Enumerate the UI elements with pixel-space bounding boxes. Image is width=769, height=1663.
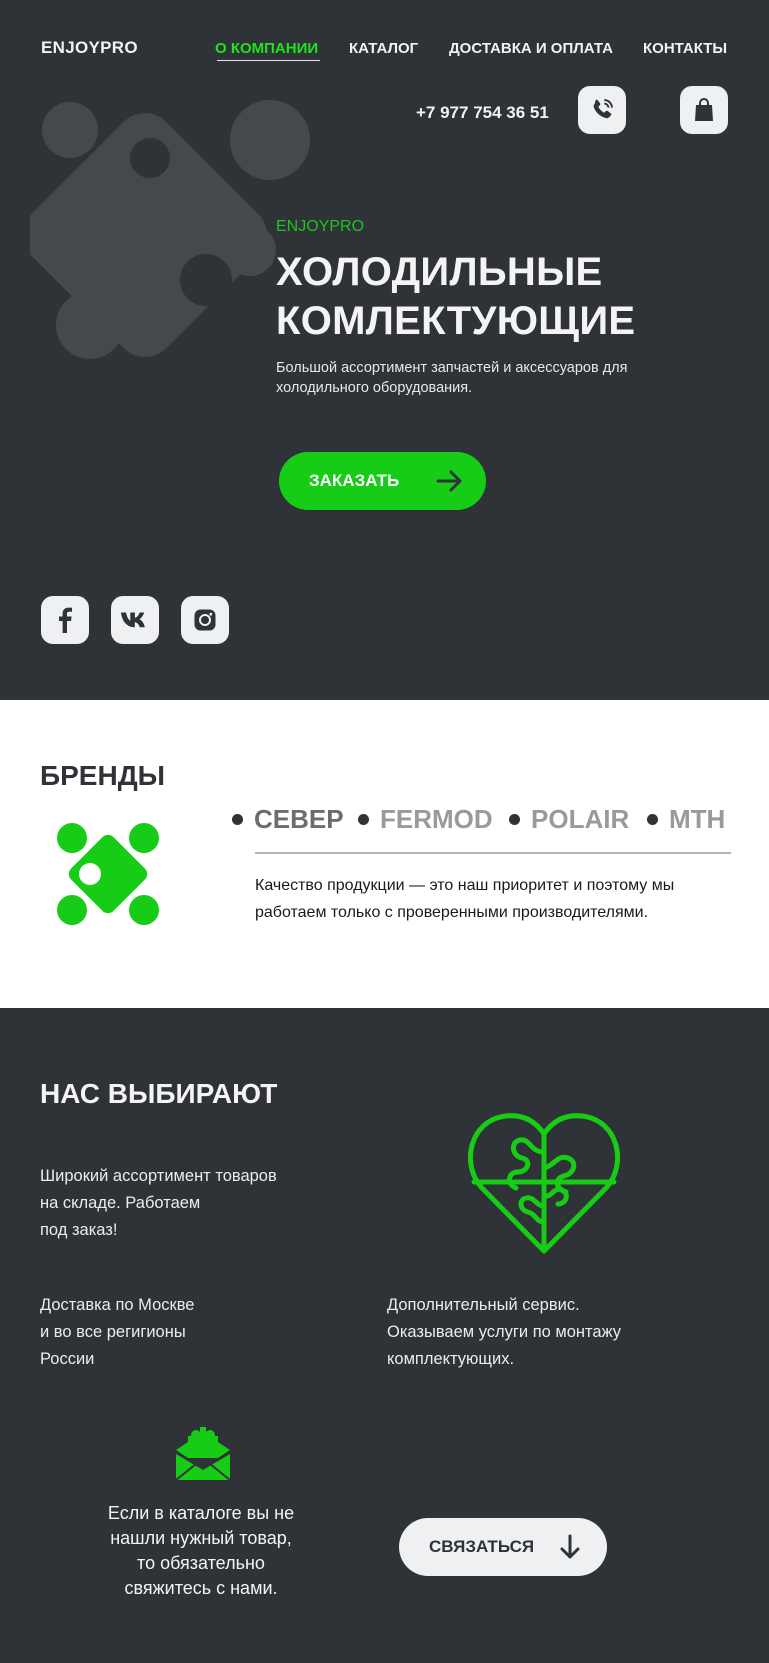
brand-item: POLAIR <box>509 804 629 835</box>
hero-title: ХОЛОДИЛЬНЫЕ КОМЛЕКТУЮЩИЕ <box>276 250 636 343</box>
puzzle-decoration-icon <box>30 100 310 359</box>
arrow-down-icon <box>560 1534 580 1559</box>
site-logo[interactable]: ENJOYPRO <box>41 38 138 58</box>
cart-button[interactable] <box>680 86 728 134</box>
brand-name: FERMOD <box>380 804 493 834</box>
nav-active-underline <box>217 60 320 61</box>
contact-button-label: СВЯЗАТЬСЯ <box>429 1537 535 1556</box>
feature-service: Дополнительный сервис. Оказываем услуги … <box>387 1296 622 1368</box>
bullet-dot <box>509 814 520 825</box>
brand-item: FERMOD <box>358 804 493 835</box>
instagram-icon <box>194 609 216 631</box>
bullet-dot <box>232 814 243 825</box>
brands-description: Качество продукции — это наш приоритет и… <box>255 877 675 921</box>
puzzle-piece-icon <box>57 823 159 925</box>
brand-item: СЕВЕР <box>232 804 344 835</box>
brands-divider <box>255 852 731 854</box>
nav-item-contacts[interactable]: КОНТАКТЫ <box>643 40 727 57</box>
phone-number[interactable]: +7 977 754 36 51 <box>416 103 549 123</box>
feature-assortment: Широкий ассортимент товаров на складе. Р… <box>40 1167 277 1239</box>
facebook-link[interactable] <box>41 596 89 644</box>
instagram-link[interactable] <box>181 596 229 644</box>
nav-item-catalog[interactable]: КАТАЛОГ <box>349 40 418 57</box>
vk-icon <box>121 612 145 628</box>
nav-item-delivery[interactable]: ДОСТАВКА И ОПЛАТА <box>449 40 613 57</box>
brand-name: POLAIR <box>531 804 630 834</box>
brands-section: БРЕНДЫ СЕВЕР FERMOD POLAIR MTH Качество … <box>0 700 769 1008</box>
brand-name: СЕВЕР <box>254 804 344 834</box>
facebook-icon <box>59 607 72 633</box>
order-button[interactable]: ЗАКАЗАТЬ <box>279 452 486 510</box>
puzzle-heart-icon <box>467 1113 621 1254</box>
hero-eyebrow: ENJOYPRO <box>276 218 365 235</box>
nav-item-about[interactable]: О КОМПАНИИ <box>215 40 318 57</box>
contact-prompt: Если в каталоге вы не нашли нужный товар… <box>107 1503 295 1598</box>
brand-item: MTH <box>647 804 725 835</box>
bullet-dot <box>358 814 369 825</box>
brands-title: БРЕНДЫ <box>40 760 166 791</box>
feature-delivery: Доставка по Москве и во все регигионы Ро… <box>40 1296 195 1368</box>
vk-link[interactable] <box>111 596 159 644</box>
call-button[interactable] <box>578 86 626 134</box>
hero-section: ENJOYPRO О КОМПАНИИ КАТАЛОГ ДОСТАВКА И О… <box>0 0 769 700</box>
brand-name: MTH <box>669 804 726 834</box>
why-us-title: НАС ВЫБИРАЮТ <box>40 1078 278 1109</box>
bullet-dot <box>647 814 658 825</box>
hero-subtitle: Большой ассортимент запчастей и аксессуа… <box>276 360 628 396</box>
envelope-puzzle-icon <box>175 1427 231 1481</box>
phone-icon <box>593 99 613 119</box>
why-us-section: НАС ВЫБИРАЮТ Широкий ассортимент товаров… <box>0 1008 769 1663</box>
order-button-label: ЗАКАЗАТЬ <box>309 471 400 490</box>
contact-button[interactable]: СВЯЗАТЬСЯ <box>399 1518 607 1576</box>
shopping-bag-icon <box>695 98 713 121</box>
arrow-right-icon <box>436 470 462 492</box>
